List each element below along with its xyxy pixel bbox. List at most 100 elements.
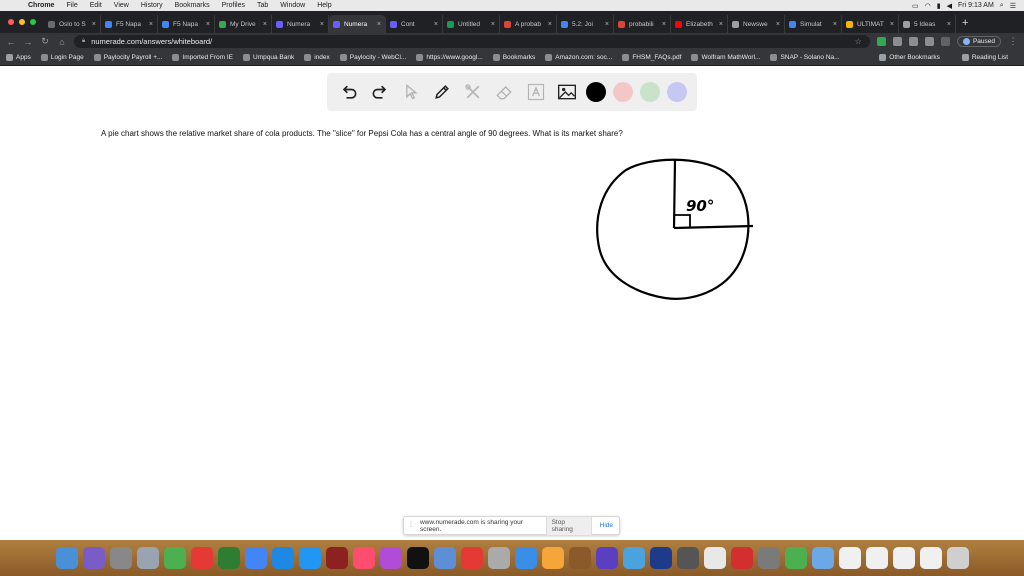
- tab-14[interactable]: ULTIMAT ×: [842, 15, 899, 33]
- tab-close-icon[interactable]: ×: [491, 21, 495, 28]
- tab-11[interactable]: Elizabeth ×: [671, 15, 728, 33]
- tab-8[interactable]: A probab ×: [500, 15, 557, 33]
- bookmark-item-10[interactable]: Wolfram MathWorl...: [691, 54, 760, 61]
- color-swatch-green[interactable]: [640, 82, 661, 102]
- dock-app-icon[interactable]: [919, 547, 942, 569]
- undo-button[interactable]: [337, 80, 361, 104]
- bookmark-item-6[interactable]: https://www.googl...: [416, 54, 483, 61]
- bookmark-item-0[interactable]: Login Page: [40, 54, 84, 61]
- menu-bookmarks[interactable]: Bookmarks: [169, 2, 216, 9]
- dock-app-icon[interactable]: [865, 547, 888, 569]
- battery-icon[interactable]: ▮: [937, 2, 941, 10]
- menu-profiles[interactable]: Profiles: [216, 2, 251, 9]
- wifi-icon[interactable]: ◠: [925, 2, 931, 10]
- forward-icon[interactable]: →: [23, 37, 33, 47]
- profile-button[interactable]: Paused: [956, 36, 1001, 47]
- tab-13[interactable]: Simulat ×: [785, 15, 842, 33]
- menu-window[interactable]: Window: [274, 2, 311, 9]
- menu-dots-icon[interactable]: ⋮: [1008, 36, 1018, 47]
- menu-edit[interactable]: Edit: [84, 2, 108, 9]
- lock-icon[interactable]: 🔒︎: [82, 38, 85, 45]
- new-tab-icon[interactable]: +: [956, 17, 974, 33]
- extension-icon[interactable]: [908, 37, 918, 46]
- tab-7[interactable]: Untitled ×: [443, 15, 500, 33]
- hand-drawn-pie[interactable]: 90°: [590, 152, 765, 307]
- color-swatch-black[interactable]: [585, 82, 606, 102]
- eraser-button[interactable]: [492, 80, 516, 104]
- extension-icon[interactable]: [940, 37, 950, 46]
- tab-close-icon[interactable]: ×: [548, 21, 552, 28]
- menu-file[interactable]: File: [60, 2, 83, 9]
- bookmark-item-11[interactable]: SNAP - Solano Na...: [770, 54, 840, 61]
- hide-button[interactable]: Hide: [600, 522, 613, 529]
- tab-15[interactable]: 5 Ideas ×: [899, 15, 956, 33]
- bookmark-item-3[interactable]: Umpqua Bank: [243, 54, 294, 61]
- tab-close-icon[interactable]: ×: [149, 21, 153, 28]
- image-button[interactable]: [555, 80, 579, 104]
- pen-button[interactable]: [430, 80, 454, 104]
- bookmark-item-7[interactable]: Bookmarks: [492, 54, 535, 61]
- tab-5[interactable]: Numera ×: [329, 15, 386, 33]
- dock-app-icon[interactable]: [406, 547, 429, 569]
- address-bar[interactable]: 🔒︎ numerade.com/answers/whiteboard/ ☆: [74, 35, 870, 48]
- dock-app-icon[interactable]: [595, 547, 618, 569]
- tab-0[interactable]: Oslo to S ×: [44, 15, 101, 33]
- menu-tab[interactable]: Tab: [251, 2, 274, 9]
- tab-close-icon[interactable]: ×: [434, 21, 438, 28]
- extension-icon[interactable]: [876, 37, 886, 46]
- dock-app-icon[interactable]: [82, 547, 105, 569]
- menu-clock[interactable]: Fri 9:13 AM: [958, 2, 994, 9]
- dock-app-icon[interactable]: [838, 547, 861, 569]
- tab-6[interactable]: Cont ×: [386, 15, 443, 33]
- dock-app-icon[interactable]: [109, 547, 132, 569]
- dock-app-icon[interactable]: [541, 547, 564, 569]
- dock-app-icon[interactable]: [433, 547, 456, 569]
- bookmark-item-4[interactable]: index: [304, 54, 330, 61]
- tools-button[interactable]: [461, 80, 485, 104]
- tab-10[interactable]: probabili ×: [614, 15, 671, 33]
- menu-history[interactable]: History: [135, 2, 169, 9]
- color-swatch-pink[interactable]: [612, 82, 633, 102]
- menu-view[interactable]: View: [108, 2, 135, 9]
- home-icon[interactable]: ⌂: [57, 37, 67, 47]
- tab-close-icon[interactable]: ×: [206, 21, 210, 28]
- close-window-icon[interactable]: [8, 19, 14, 25]
- color-swatch-blue[interactable]: [667, 82, 688, 102]
- tab-close-icon[interactable]: ×: [890, 21, 894, 28]
- bookmark-other[interactable]: Other Bookmarks: [879, 54, 940, 61]
- tab-1[interactable]: F5 Napa ×: [101, 15, 158, 33]
- tab-close-icon[interactable]: ×: [605, 21, 609, 28]
- back-icon[interactable]: ←: [6, 37, 16, 47]
- minimize-window-icon[interactable]: [19, 19, 25, 25]
- bookmark-item-9[interactable]: FHSM_FAQs.pdf: [622, 54, 681, 61]
- search-icon[interactable]: ⌕: [1000, 2, 1004, 10]
- dock-app-icon[interactable]: [757, 547, 780, 569]
- bookmark-item-8[interactable]: Amazon.com: soc...: [545, 54, 612, 61]
- volume-icon[interactable]: ◀: [947, 2, 952, 10]
- dock-app-icon[interactable]: [217, 547, 240, 569]
- dock-app-icon[interactable]: [352, 547, 375, 569]
- dock-app-icon[interactable]: [460, 547, 483, 569]
- tab-9[interactable]: 5.2: Joi ×: [557, 15, 614, 33]
- tab-close-icon[interactable]: ×: [320, 21, 324, 28]
- tab-close-icon[interactable]: ×: [776, 21, 780, 28]
- bookmark-reading-list[interactable]: Reading List: [961, 54, 1008, 61]
- tab-close-icon[interactable]: ×: [263, 21, 267, 28]
- extension-icon[interactable]: [892, 37, 902, 46]
- url-text[interactable]: numerade.com/answers/whiteboard/: [91, 37, 212, 46]
- dock-app-icon[interactable]: [190, 547, 213, 569]
- tab-close-icon[interactable]: ×: [662, 21, 666, 28]
- menu-app-name[interactable]: Chrome: [22, 2, 60, 9]
- bookmark-item-1[interactable]: Paylocity Payroll +...: [93, 54, 162, 61]
- dock-app-icon[interactable]: [325, 547, 348, 569]
- dock-app-icon[interactable]: [892, 547, 915, 569]
- dock-app-icon[interactable]: [568, 547, 591, 569]
- text-button[interactable]: [524, 80, 548, 104]
- tab-close-icon[interactable]: ×: [947, 21, 951, 28]
- dock-app-icon[interactable]: [379, 547, 402, 569]
- tab-close-icon[interactable]: ×: [833, 21, 837, 28]
- redo-button[interactable]: [368, 80, 392, 104]
- stop-sharing-button[interactable]: Stop sharing: [545, 515, 592, 536]
- dock-app-icon[interactable]: [487, 547, 510, 569]
- dock-app-icon[interactable]: [811, 547, 834, 569]
